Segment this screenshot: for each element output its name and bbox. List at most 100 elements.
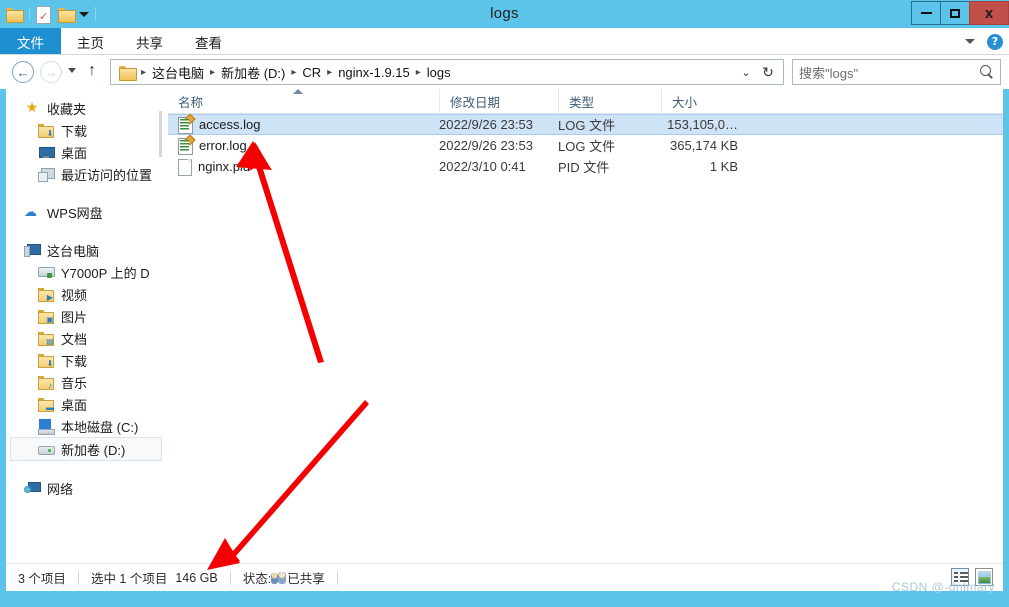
sidebar-item-wps-cloud[interactable]: ☁ WPS网盘 (6, 201, 162, 223)
desktop-icon (38, 144, 55, 160)
details-view-icon[interactable] (951, 568, 969, 586)
breadcrumb-separator-0: ▸ (141, 66, 147, 78)
sidebar-gap-1 (6, 185, 162, 201)
back-button[interactable]: ← (12, 61, 34, 83)
column-headers: 名称 修改日期 类型 大小 (168, 89, 1003, 114)
breadcrumb: ▸ 这台电脑 ▸ 新加卷 (D:) ▸ CR ▸ nginx-1.9.15 ▸ … (111, 63, 735, 82)
drive-icon (38, 441, 55, 457)
ribbon-tabs: 文件 主页 共享 查看 (0, 28, 1009, 55)
status-selection-size: 146 GB (175, 570, 218, 585)
breadcrumb-item-4[interactable]: logs (422, 65, 456, 80)
close-button[interactable]: x (969, 1, 1009, 25)
search-input[interactable]: 搜索"logs" (799, 63, 980, 82)
sidebar-label-favorites: 收藏夹 (47, 101, 87, 117)
file-rows: access.log 2022/9/26 23:53 LOG 文件 153,10… (168, 114, 1003, 177)
sidebar-item-recent-places[interactable]: 最近访问的位置 (6, 163, 162, 185)
column-label-type: 类型 (569, 96, 595, 110)
search-icon[interactable] (980, 65, 994, 79)
sidebar-label-wps-cloud: WPS网盘 (47, 205, 103, 221)
sidebar-item-local-disk-c[interactable]: 本地磁盘 (C:) (6, 415, 162, 437)
breadcrumb-item-3[interactable]: nginx-1.9.15 (333, 65, 415, 80)
table-row[interactable]: nginx.pid 2022/3/10 0:41 PID 文件 1 KB (168, 156, 1003, 177)
thumbnail-view-icon[interactable] (975, 568, 993, 586)
sidebar-item-this-pc[interactable]: 这台电脑 (6, 239, 162, 261)
sidebar-gap-3 (6, 461, 162, 477)
tab-home[interactable]: 主页 (61, 28, 120, 55)
minimize-button[interactable] (911, 1, 941, 25)
remote-drive-icon (38, 264, 55, 280)
sidebar-item-downloads-fav[interactable]: ⬇ 下载 (6, 119, 162, 141)
breadcrumb-separator-1: ▸ (210, 66, 216, 78)
status-divider-2 (229, 570, 231, 585)
refresh-icon[interactable]: ↻ (757, 64, 779, 81)
tab-share[interactable]: 共享 (120, 28, 179, 55)
status-state-label: 状态: (242, 572, 272, 586)
cell-size: 153,105,0… (667, 117, 738, 132)
column-header-name[interactable]: 名称 (168, 89, 439, 114)
folder-video-icon: ▶ (38, 286, 54, 302)
sidebar-label-desktop: 桌面 (61, 397, 88, 413)
column-label-size: 大小 (672, 96, 698, 110)
sidebar-label-videos: 视频 (61, 287, 88, 303)
cell-size: 365,174 KB (670, 138, 738, 153)
breadcrumb-item-2[interactable]: CR (297, 65, 326, 80)
help-icon[interactable]: ? (987, 33, 1003, 50)
computer-icon (24, 242, 41, 258)
chevron-down-icon[interactable] (965, 39, 975, 44)
sidebar-item-desktop-fav[interactable]: 桌面 (6, 141, 162, 163)
local-disk-icon (38, 418, 55, 435)
cloud-icon: ☁ (24, 204, 37, 219)
cell-type: LOG 文件 (558, 139, 616, 154)
recent-locations-caret-icon[interactable] (68, 68, 76, 73)
tab-view[interactable]: 查看 (179, 28, 238, 55)
sidebar-gap-2 (6, 223, 162, 239)
maximize-button[interactable] (940, 1, 970, 25)
sidebar-label-pictures: 图片 (61, 309, 88, 325)
folder-download-icon: ⬇ (38, 352, 54, 368)
address-bar[interactable]: ▸ 这台电脑 ▸ 新加卷 (D:) ▸ CR ▸ nginx-1.9.15 ▸ … (110, 59, 784, 85)
column-label-date: 修改日期 (450, 96, 501, 110)
file-name: access.log (199, 117, 261, 132)
sidebar-item-remote-d[interactable]: Y7000P 上的 D (6, 261, 162, 283)
sidebar-item-desktop[interactable]: ▬ 桌面 (6, 393, 162, 415)
sidebar-item-favorites[interactable]: ★ 收藏夹 (6, 97, 162, 119)
network-icon (24, 480, 41, 496)
log-file-icon (178, 135, 196, 155)
cell-name: nginx.pid (168, 156, 439, 177)
sidebar-item-pictures[interactable]: ▣ 图片 (6, 305, 162, 327)
sidebar-label-desktop-fav: 桌面 (61, 145, 88, 161)
column-header-type[interactable]: 类型 (558, 89, 661, 114)
folder-desktop-icon: ▬ (38, 396, 54, 412)
cell-type: PID 文件 (558, 160, 610, 175)
table-row[interactable]: access.log 2022/9/26 23:53 LOG 文件 153,10… (168, 114, 1003, 135)
breadcrumb-item-1[interactable]: 新加卷 (D:) (216, 63, 290, 82)
sidebar-item-videos[interactable]: ▶ 视频 (6, 283, 162, 305)
status-bar: 3 个项目 选中 1 个项目 146 GB 状态: 已共享 (6, 563, 1003, 591)
address-bar-controls: ⌄ ↻ (735, 64, 783, 81)
breadcrumb-item-0[interactable]: 这台电脑 (147, 63, 209, 82)
tab-file[interactable]: 文件 (0, 28, 61, 55)
title-bar: logs x (0, 0, 1009, 28)
shared-users-icon (271, 571, 287, 585)
forward-button[interactable]: → (40, 61, 62, 83)
sidebar-label-documents: 文档 (61, 331, 88, 347)
up-button[interactable]: ↑ (88, 63, 96, 79)
folder-documents-icon: ▤ (38, 330, 54, 346)
sidebar-item-network[interactable]: 网络 (6, 477, 162, 499)
sidebar-item-downloads[interactable]: ⬇ 下载 (6, 349, 162, 371)
recent-places-icon (38, 166, 55, 182)
cell-date: 2022/9/26 23:53 (439, 117, 533, 132)
sidebar-item-music[interactable]: ♪ 音乐 (6, 371, 162, 393)
sidebar-item-documents[interactable]: ▤ 文档 (6, 327, 162, 349)
sidebar-item-new-volume-d[interactable]: 新加卷 (D:) (10, 437, 162, 461)
cell-type: LOG 文件 (558, 118, 616, 133)
file-name: nginx.pid (198, 159, 251, 174)
sidebar-label-downloads-fav: 下载 (61, 123, 88, 139)
column-header-size[interactable]: 大小 (661, 89, 746, 114)
column-header-date[interactable]: 修改日期 (439, 89, 558, 114)
cell-date: 2022/9/26 23:53 (439, 138, 533, 153)
address-dropdown-icon[interactable]: ⌄ (735, 66, 757, 79)
view-mode-buttons (951, 568, 993, 586)
table-row[interactable]: error.log 2022/9/26 23:53 LOG 文件 365,174… (168, 135, 1003, 156)
search-box[interactable]: 搜索"logs" (792, 59, 1001, 85)
